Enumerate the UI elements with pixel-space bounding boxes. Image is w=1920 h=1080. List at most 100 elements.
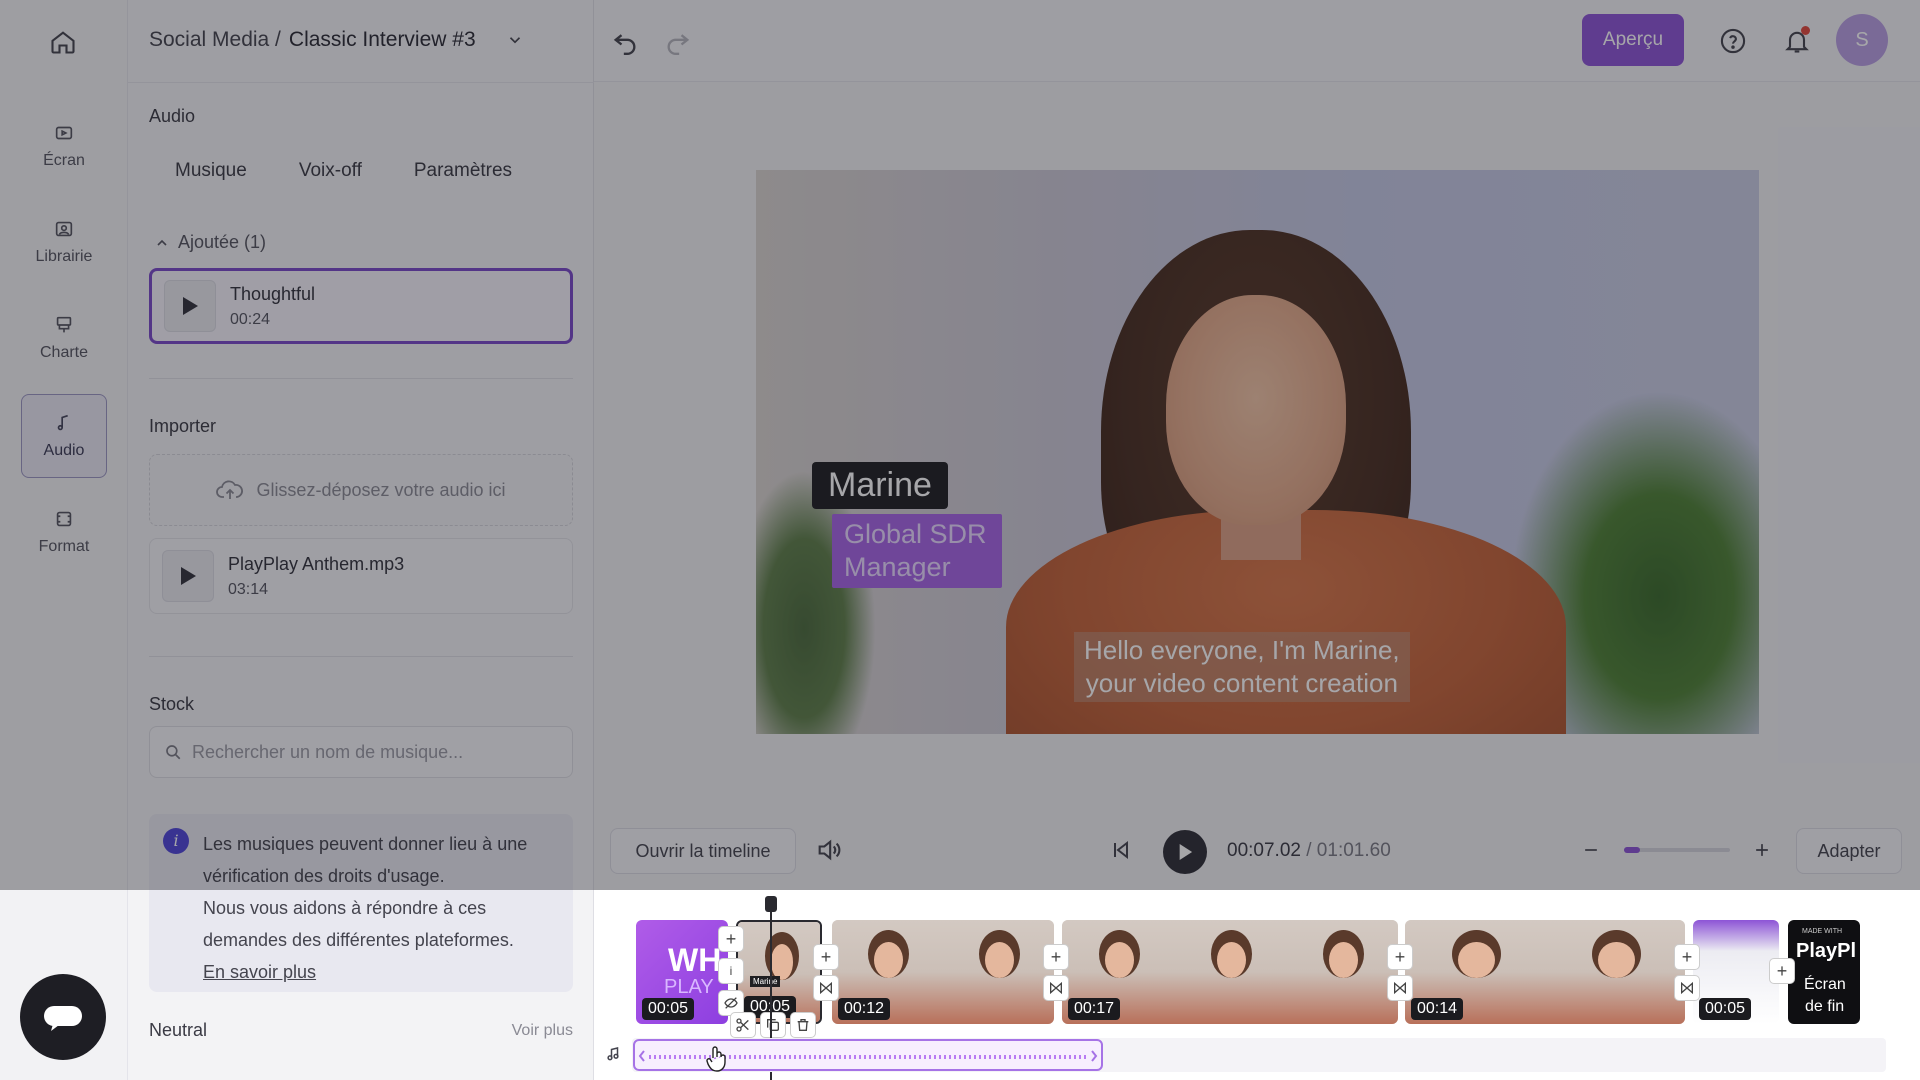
track-play-button[interactable] xyxy=(164,280,216,332)
added-track-card[interactable]: Thoughtful 00:24 xyxy=(149,268,573,344)
clip-duration: 00:14 xyxy=(1411,998,1464,1020)
timeline-clip[interactable]: 00:05 xyxy=(1693,920,1779,1024)
home-icon[interactable] xyxy=(40,22,86,62)
help-icon[interactable] xyxy=(1714,22,1752,60)
rail-item-audio[interactable]: Audio xyxy=(21,394,107,478)
add-clip-button[interactable]: + xyxy=(718,926,744,952)
rail-item-ecran[interactable]: Écran xyxy=(21,104,107,188)
see-more-link[interactable]: Voir plus xyxy=(512,1022,573,1040)
open-timeline-button[interactable]: Ouvrir la timeline xyxy=(610,828,796,874)
rail-item-librairie[interactable]: Librairie xyxy=(21,200,107,284)
breadcrumb-current[interactable]: Classic Interview #3 xyxy=(289,28,476,52)
video-preview[interactable]: Marine Global SDR Manager Hello everyone… xyxy=(756,170,1759,734)
screen-icon xyxy=(55,126,73,140)
timeline-clip[interactable]: 00:12 xyxy=(832,920,1054,1024)
added-label: Ajoutée (1) xyxy=(178,232,267,252)
tab-voix-off[interactable]: Voix-off xyxy=(273,150,388,192)
end-brand: PlayPl xyxy=(1796,940,1857,962)
track-duration: 03:14 xyxy=(228,580,269,598)
breadcrumb[interactable]: Social Media / Classic Interview #3 xyxy=(149,28,524,52)
section-title-audio: Audio xyxy=(149,106,196,126)
transition-icon[interactable] xyxy=(1043,975,1069,1001)
current-time: 00:07.02 xyxy=(1227,840,1301,861)
search-icon xyxy=(166,745,181,760)
notification-dot xyxy=(1801,26,1810,35)
transition-icon[interactable] xyxy=(1387,975,1413,1001)
rail-item-charte[interactable]: Charte xyxy=(21,296,107,380)
volume-icon[interactable] xyxy=(810,831,848,869)
add-clip-button[interactable]: + xyxy=(1043,944,1069,970)
avatar[interactable]: S xyxy=(1836,14,1888,66)
role-line: Manager xyxy=(844,552,951,582)
subtitle-caption[interactable]: Hello everyone, I'm Marine, your video c… xyxy=(1074,632,1410,702)
music-note-icon xyxy=(57,414,68,431)
rail-item-format[interactable]: Format xyxy=(21,490,107,574)
transition-icon[interactable] xyxy=(813,975,839,1001)
music-search-input[interactable]: Rechercher un nom de musique... xyxy=(149,726,573,778)
subtitle-line: Hello everyone, I'm Marine, xyxy=(1084,635,1400,665)
audio-dropzone[interactable]: Glissez-déposez votre audio ici xyxy=(149,454,573,526)
total-time: / 01:01.60 xyxy=(1306,840,1391,861)
trash-icon[interactable] xyxy=(790,1012,816,1038)
presenter-face xyxy=(1166,295,1346,525)
zoom-out-icon[interactable] xyxy=(1572,831,1610,869)
end-badge: MADE WITH xyxy=(1802,928,1843,935)
timeline-clip-selected[interactable]: Marine 00:05 xyxy=(736,920,822,1024)
timeline-clip[interactable]: 00:17 xyxy=(1062,920,1398,1024)
timeline-clip-end-screen[interactable]: MADE WITH PlayPl Écran de fin xyxy=(1788,920,1860,1024)
scissors-icon[interactable] xyxy=(730,1012,756,1038)
hand-cursor-icon xyxy=(706,1046,726,1072)
playhead-handle[interactable] xyxy=(765,896,777,912)
chevron-down-icon[interactable] xyxy=(506,31,524,49)
play-button[interactable] xyxy=(1163,830,1207,874)
preview-button[interactable]: Aperçu xyxy=(1582,14,1684,66)
track-play-button[interactable] xyxy=(162,550,214,602)
dropzone-text: Glissez-déposez votre audio ici xyxy=(256,479,506,500)
category-header: Neutral Voir plus xyxy=(149,1020,573,1041)
add-clip-button[interactable]: + xyxy=(813,944,839,970)
role-line: Global SDR xyxy=(844,519,987,549)
transition-icon[interactable] xyxy=(1674,975,1700,1001)
search-placeholder: Rechercher un nom de musique... xyxy=(192,741,464,762)
track-name: Thoughtful xyxy=(230,283,316,304)
add-clip-button[interactable]: + xyxy=(1769,958,1795,984)
chat-support-button[interactable] xyxy=(20,974,106,1060)
skip-back-icon[interactable] xyxy=(1102,831,1140,869)
undo-icon[interactable] xyxy=(605,22,645,60)
bell-icon[interactable] xyxy=(1778,22,1816,60)
tab-parametres[interactable]: Paramètres xyxy=(388,150,538,192)
lower-third-role[interactable]: Global SDR Manager xyxy=(832,514,1002,588)
add-clip-button[interactable]: + xyxy=(1674,944,1700,970)
tab-musique[interactable]: Musique xyxy=(149,150,273,192)
play-icon xyxy=(181,567,196,585)
zoom-in-icon[interactable] xyxy=(1743,831,1781,869)
clip-intro-sub: PLAY xyxy=(664,976,714,998)
end-label: Écran xyxy=(1804,976,1846,993)
brand-icon xyxy=(56,316,72,333)
zoom-slider-handle[interactable] xyxy=(1624,847,1640,853)
duplicate-icon[interactable] xyxy=(760,1012,786,1038)
library-icon xyxy=(55,221,73,237)
imported-track-card[interactable]: PlayPlay Anthem.mp3 03:14 xyxy=(149,538,573,614)
fit-button[interactable]: Adapter xyxy=(1796,828,1902,874)
track-duration: 00:24 xyxy=(230,310,271,328)
learn-more-link[interactable]: En savoir plus xyxy=(203,956,561,988)
added-section-toggle[interactable]: Ajoutée (1) xyxy=(154,232,266,253)
clip-info-button[interactable]: i xyxy=(718,958,744,984)
music-note-icon xyxy=(607,1047,619,1061)
breadcrumb-parent[interactable]: Social Media / xyxy=(149,28,281,52)
lower-third-name[interactable]: Marine xyxy=(812,462,948,509)
section-title-import: Importer xyxy=(149,416,217,436)
rail-item-label: Charte xyxy=(39,344,89,361)
play-icon xyxy=(1179,844,1193,860)
audio-panel: Social Media / Classic Interview #3 Audi… xyxy=(128,0,594,1080)
info-line: Les musiques peuvent donner lieu à une xyxy=(203,834,528,854)
audio-clip-thoughtful[interactable] xyxy=(633,1039,1103,1071)
timeline-clip-intro[interactable]: WH PLAY 00:05 xyxy=(636,920,728,1024)
trim-right-handle[interactable] xyxy=(1090,1049,1098,1063)
trim-left-handle[interactable] xyxy=(638,1049,646,1063)
divider xyxy=(149,656,573,657)
timeline-clip[interactable]: 00:14 xyxy=(1405,920,1685,1024)
add-clip-button[interactable]: + xyxy=(1387,944,1413,970)
redo-icon[interactable] xyxy=(658,22,698,60)
